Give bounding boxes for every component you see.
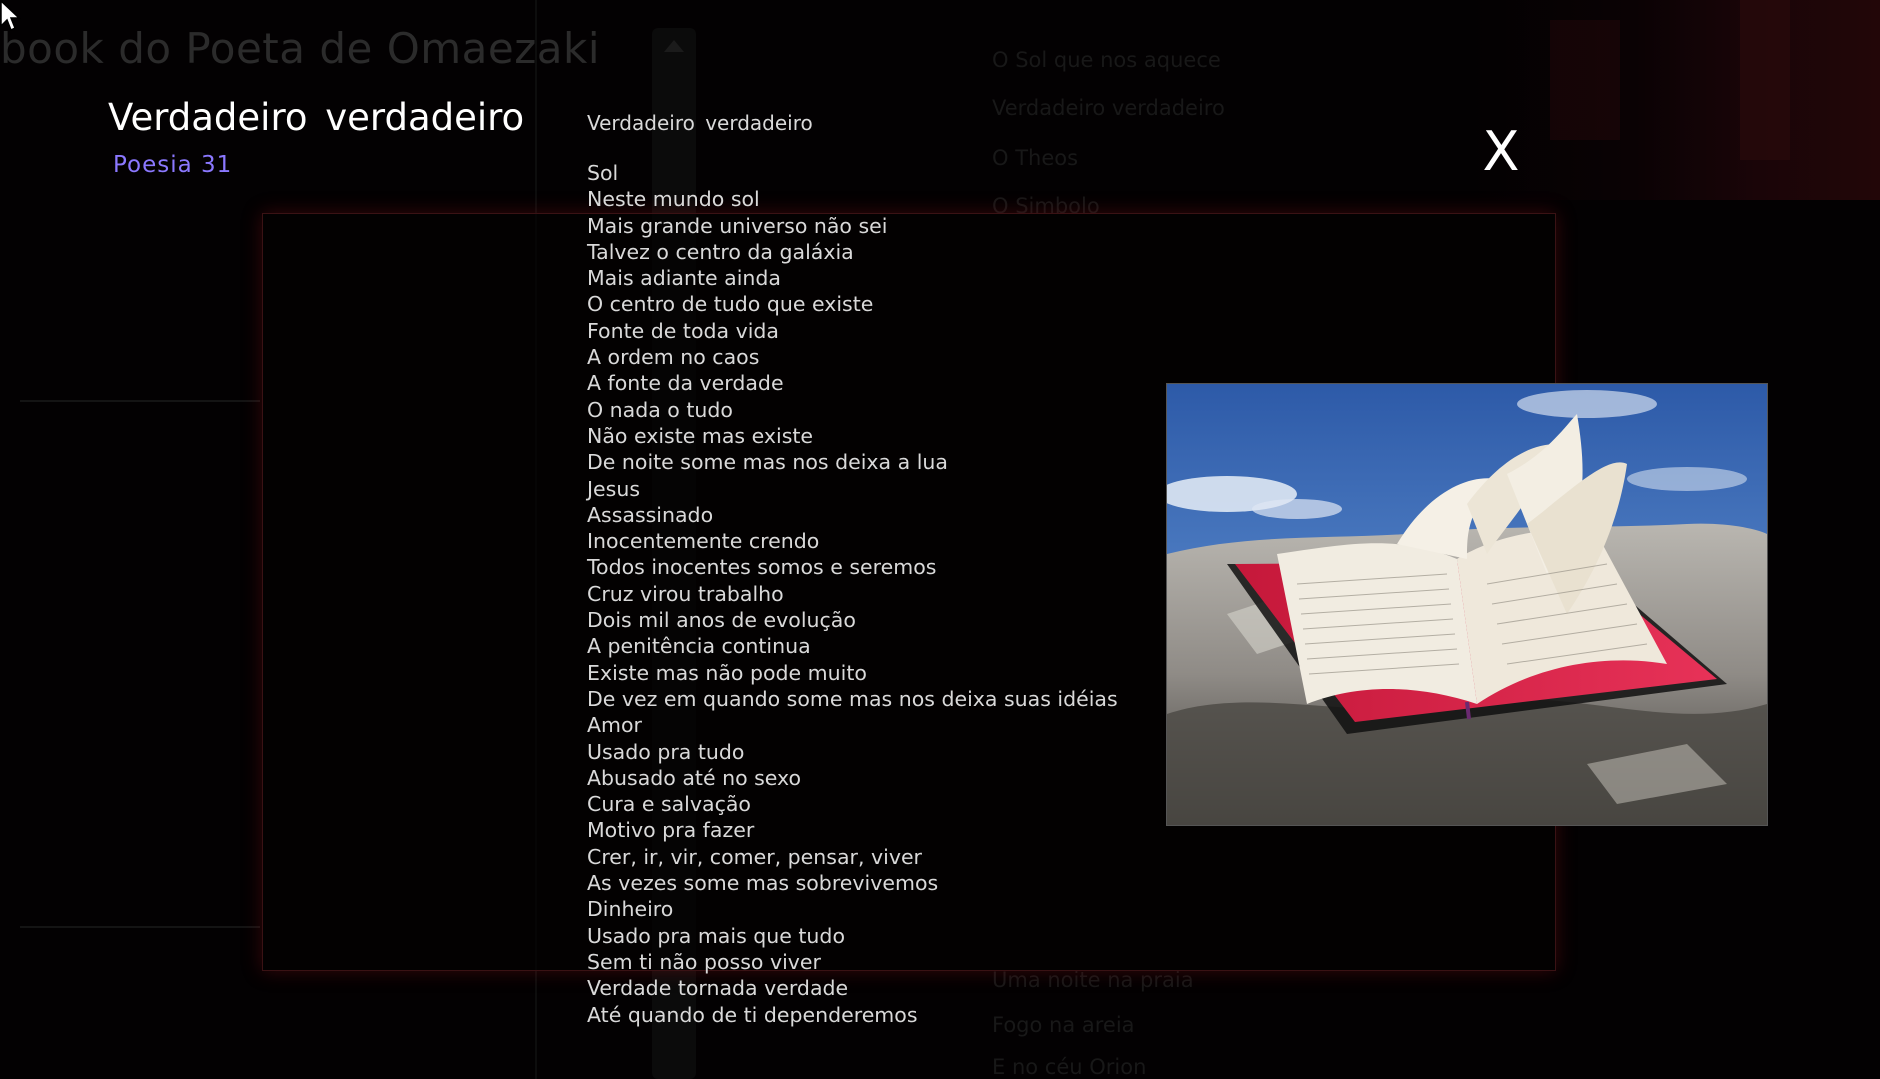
poem-line: Não existe mas existe	[587, 423, 814, 448]
poem-line: Existe mas não pode muito	[587, 660, 867, 685]
poem-line: A penitência continua	[587, 634, 811, 659]
poem-line: As vezes some mas sobrevivemos	[587, 871, 939, 896]
poem-line: Crer, ir, vir, comer, pensar, viver	[587, 844, 922, 869]
app-window: book do Poeta de Omaezaki O Sol que nos …	[0, 0, 1880, 1079]
poem-line: Jesus	[587, 476, 641, 501]
poem-line: Talvez o centro da galáxia	[587, 239, 854, 264]
poem-line: Motivo pra fazer	[587, 818, 755, 843]
poem-line: Abusado até no sexo	[587, 765, 802, 790]
poem-line: Dois mil anos de evolução	[587, 608, 856, 633]
poem-line: Cruz virou trabalho	[587, 581, 784, 606]
poem-line: Sol	[587, 161, 619, 185]
poem-line: De noite some mas nos deixa a lua	[587, 450, 948, 475]
poem-line: Dinheiro	[587, 897, 674, 922]
poem-line: Usado pra mais que tudo	[587, 923, 845, 948]
poem-line: Todos inocentes somos e seremos	[587, 555, 937, 580]
poem-number-label: Poesia 31	[113, 152, 233, 178]
poem-line: A ordem no caos	[587, 345, 760, 370]
poem-line: Mais adiante ainda	[587, 266, 781, 291]
background-app-title: book do Poeta de Omaezaki	[0, 24, 601, 73]
poem-line: Usado pra tudo	[587, 739, 745, 764]
close-button[interactable]: X	[1476, 124, 1526, 180]
poem-line: Neste mundo sol	[587, 187, 760, 212]
poem-line: Inocentemente crendo	[587, 529, 820, 554]
page-title: Verdadeiro verdadeiro	[108, 96, 525, 139]
close-icon[interactable]: X	[1483, 120, 1520, 183]
poem-line: Até quando de ti dependeremos	[587, 1002, 918, 1027]
poem-title: Verdadeiro verdadeiro	[587, 111, 813, 135]
poem-line: Cura e salvação	[587, 792, 751, 817]
poem-line: Mais grande universo não sei	[587, 213, 888, 238]
poem-line: Amor	[587, 713, 642, 738]
chevron-up-icon[interactable]	[664, 40, 684, 52]
poem-line: O centro de tudo que existe	[587, 292, 874, 317]
mouse-pointer-icon	[0, 0, 24, 34]
background-list-item[interactable]: O Sol que nos aquece	[992, 48, 1221, 72]
poem-line: De vez em quando some mas nos deixa suas…	[587, 686, 1118, 711]
background-decoration	[1470, 0, 1880, 200]
poem-text: Verdadeiro verdadeiro Sol Neste mundo sol…	[587, 108, 1147, 1028]
background-separator	[20, 926, 260, 928]
poem-line: O nada o tudo	[587, 397, 733, 422]
background-list-item[interactable]: E no céu Orion	[992, 1055, 1146, 1079]
poem-line: Sem ti não posso viver	[587, 949, 821, 974]
background-separator	[20, 400, 260, 402]
poem-lines: Sol Neste mundo sol Mais grande universo n…	[587, 160, 1147, 1028]
poem-line: Verdade tornada verdade	[587, 976, 849, 1001]
poem-illustration	[1166, 383, 1768, 826]
poem-line: Fonte de toda vida	[587, 318, 779, 343]
poem-line: Assassinado	[587, 502, 714, 527]
poem-line: A fonte da verdade	[587, 371, 784, 396]
